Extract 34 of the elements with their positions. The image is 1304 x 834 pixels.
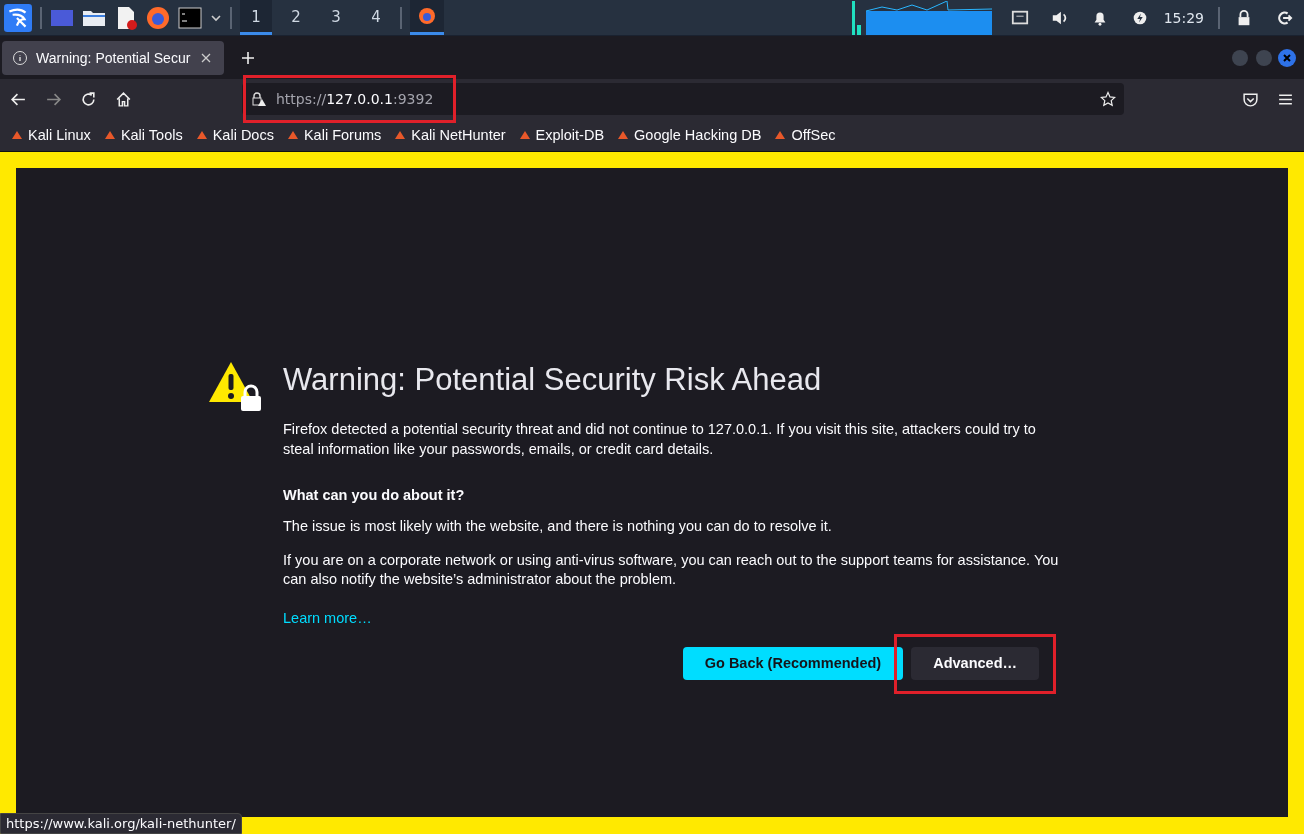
warning-lock-icon (250, 91, 266, 107)
browser-tab[interactable]: Warning: Potential Secur (2, 40, 225, 75)
page-title: Warning: Potential Security Risk Ahead (283, 362, 823, 398)
home-icon[interactable] (115, 90, 132, 108)
status-url-tooltip: https://www.kali.org/kali-nethunter/ (0, 813, 242, 834)
body-paragraph: The issue is most likely with the website, and there is nothing you can do to resolve it. (283, 517, 833, 536)
close-icon[interactable] (1278, 48, 1296, 67)
section-heading: What can you do about it? (283, 487, 466, 503)
bookmark-item[interactable]: Kali Forums (285, 127, 382, 143)
bookmark-item[interactable]: Kali Docs (194, 127, 274, 143)
info-icon (12, 49, 28, 66)
learn-more-link[interactable]: Learn more… (283, 609, 372, 626)
bookmark-item[interactable]: Kali Linux (10, 127, 91, 143)
new-tab-icon[interactable] (240, 49, 257, 66)
star-icon[interactable] (1100, 91, 1116, 107)
bookmark-item[interactable]: Kali Tools (102, 127, 183, 143)
bookmark-item[interactable]: Google Hacking DB (616, 127, 762, 143)
workspace-button[interactable]: 2 (280, 0, 312, 35)
address-bar[interactable]: https://127.0.0.1:9392 (242, 83, 1124, 115)
intro-paragraph: Firefox detected a potential security threat and did not continue to 127.0.0.1. If you visit this site, attackers could try to steal information like your passwords, emails, or credit card details. (283, 420, 1037, 459)
bookmark-item[interactable]: OffSec (773, 127, 836, 143)
bookmark-item[interactable]: Kali NetHunter (393, 127, 506, 143)
workspace-button[interactable]: 4 (360, 0, 392, 35)
window-button[interactable] (410, 0, 444, 35)
body-paragraph: If you are on a corporate network or using anti-virus software, you can reach out to the support teams for assistance. You can also notify the website’s administrator about the problem. (283, 550, 1060, 589)
reload-icon[interactable] (80, 90, 97, 108)
terminal-icon[interactable] (178, 5, 202, 30)
pocket-icon[interactable] (1242, 90, 1259, 108)
workspace-button[interactable]: 1 (240, 0, 272, 35)
go-back-button[interactable]: Go Back (Recommended) (682, 646, 904, 680)
bookmark-item[interactable]: Exploit-DB (517, 127, 605, 143)
clock: 15:29 (1163, 9, 1204, 26)
advanced-button[interactable]: Advanced… (911, 646, 1039, 680)
workspace-button[interactable]: 3 (320, 0, 352, 35)
